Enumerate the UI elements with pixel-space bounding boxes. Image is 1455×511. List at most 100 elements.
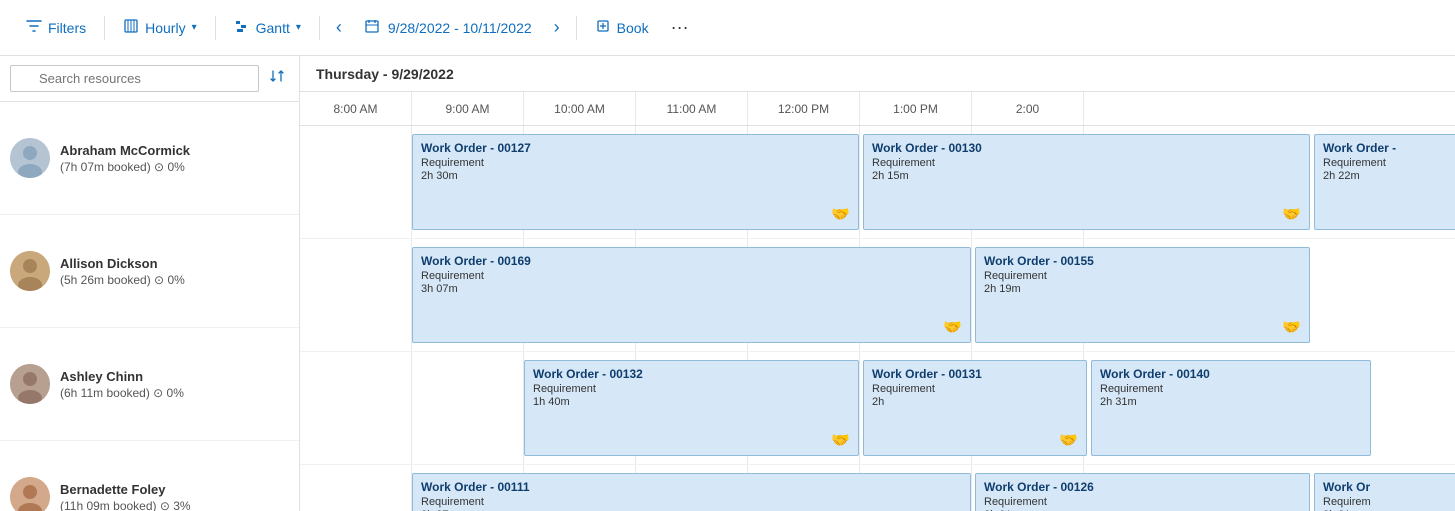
resource-info: Allison Dickson (5h 26m booked) ⊙ 0% [60,256,185,287]
avatar [10,251,50,291]
gantt-header: Thursday - 9/29/2022 8:00 AM 9:00 AM 10:… [300,56,1455,126]
list-item: Bernadette Foley (11h 09m booked) ⊙ 3% [0,441,299,511]
gantt-time-header: 8:00 AM 9:00 AM 10:00 AM 11:00 AM 12:00 … [300,92,1455,125]
time-label-0: 8:00 AM [300,92,412,125]
gantt-row: Work Order - 00111 Requirement 2h 37m 🤝 … [300,465,1455,511]
resource-meta: (11h 09m booked) ⊙ 3% [60,499,191,511]
avatar [10,477,50,511]
resource-meta: (7h 07m booked) ⊙ 0% [60,160,190,174]
resource-name: Ashley Chinn [60,369,184,384]
search-input[interactable] [10,65,259,92]
divider-1 [104,16,105,40]
gantt-cell [524,126,636,238]
date-range: 9/28/2022 - 10/11/2022 [352,12,544,43]
gantt-cell [300,239,412,351]
gantt-cell [860,126,972,238]
gantt-cell [300,465,412,511]
gantt-cell [524,239,636,351]
search-bar [0,56,299,102]
resource-meta: (6h 11m booked) ⊙ 0% [60,386,184,400]
gantt-cell [412,352,524,464]
resource-name: Bernadette Foley [60,482,191,497]
filter-icon [26,18,42,37]
gantt-cell [300,126,412,238]
resource-info: Ashley Chinn (6h 11m booked) ⊙ 0% [60,369,184,400]
book-icon [595,18,611,37]
sort-button[interactable] [265,64,289,93]
gantt-cell [860,239,972,351]
gantt-panel: Thursday - 9/29/2022 8:00 AM 9:00 AM 10:… [300,56,1455,511]
wo-sub: Requirement [1323,157,1455,169]
calendar-icon [364,18,380,37]
avatar [10,364,50,404]
resource-name: Abraham McCormick [60,143,190,158]
gantt-cell [412,126,524,238]
gantt-date-header: Thursday - 9/29/2022 [300,56,1455,92]
gantt-cell [748,465,860,511]
hourly-chevron-icon: ▾ [192,22,197,33]
wo-title: Work Order - 00140 [1100,367,1362,381]
wo-title: Work Or [1323,480,1455,494]
date-range-text: 9/28/2022 - 10/11/2022 [388,20,532,36]
filters-label: Filters [48,20,86,36]
divider-3 [319,16,320,40]
resource-info: Bernadette Foley (11h 09m booked) ⊙ 3% [60,482,191,511]
next-date-button[interactable]: › [546,13,568,42]
gantt-cell [748,239,860,351]
prev-date-button[interactable]: ‹ [328,13,350,42]
main-area: Abraham McCormick (7h 07m booked) ⊙ 0% A… [0,56,1455,511]
time-label-2: 10:00 AM [524,92,636,125]
search-wrapper [10,65,259,92]
time-label-5: 1:00 PM [860,92,972,125]
gantt-body: Work Order - 00127 Requirement 2h 30m 🤝 … [300,126,1455,511]
time-label-3: 11:00 AM [636,92,748,125]
wo-sub: Requirement [1100,383,1362,395]
filters-button[interactable]: Filters [16,12,96,43]
gantt-cell [748,126,860,238]
list-item: Allison Dickson (5h 26m booked) ⊙ 0% [0,215,299,328]
sort-icon [269,71,285,88]
gantt-cell [300,352,412,464]
gantt-label: Gantt [256,20,290,36]
more-button[interactable]: ··· [663,13,697,42]
resource-info: Abraham McCormick (7h 07m booked) ⊙ 0% [60,143,190,174]
more-icon: ··· [671,17,689,37]
work-order-block[interactable]: Work Order - Requirement 2h 22m [1314,134,1455,230]
gantt-cell [524,465,636,511]
book-label: Book [617,20,649,36]
gantt-cell [860,352,972,464]
wo-sub: Requirem [1323,496,1455,508]
wo-title: Work Order - [1323,141,1455,155]
work-order-block[interactable]: Work Or Requirem 3h 31m [1314,473,1455,511]
resource-list: Abraham McCormick (7h 07m booked) ⊙ 0% A… [0,102,299,511]
time-label-1: 9:00 AM [412,92,524,125]
gantt-row: Work Order - 00132 Requirement 1h 40m 🤝 … [300,352,1455,465]
resource-panel: Abraham McCormick (7h 07m booked) ⊙ 0% A… [0,56,300,511]
gantt-cell [972,465,1084,511]
gantt-cell [636,465,748,511]
gantt-date-text: Thursday - 9/29/2022 [316,66,454,82]
list-item: Abraham McCormick (7h 07m booked) ⊙ 0% [0,102,299,215]
gantt-cell [412,239,524,351]
gantt-icon [234,18,250,37]
handshake-icon: 🤝 [1282,205,1301,223]
gantt-cell [972,239,1084,351]
date-navigation: ‹ 9/28/2022 - 10/11/2022 › [328,12,568,43]
gantt-cell [972,126,1084,238]
gantt-cell [748,352,860,464]
list-item: Ashley Chinn (6h 11m booked) ⊙ 0% [0,328,299,441]
hourly-button[interactable]: Hourly ▾ [113,12,207,43]
wo-duration: 2h 22m [1323,170,1455,182]
gantt-button[interactable]: Gantt ▾ [224,12,311,43]
gantt-cell [636,239,748,351]
gantt-chevron-icon: ▾ [296,22,301,33]
gantt-row: Work Order - 00169 Requirement 3h 07m 🤝 … [300,239,1455,352]
divider-2 [215,16,216,40]
hourly-label: Hourly [145,20,185,36]
gantt-cell [636,126,748,238]
time-label-6: 2:00 [972,92,1084,125]
gantt-cell [636,352,748,464]
book-button[interactable]: Book [585,12,659,43]
gantt-cell [972,352,1084,464]
work-order-block[interactable]: Work Order - 00140 Requirement 2h 31m [1091,360,1371,456]
